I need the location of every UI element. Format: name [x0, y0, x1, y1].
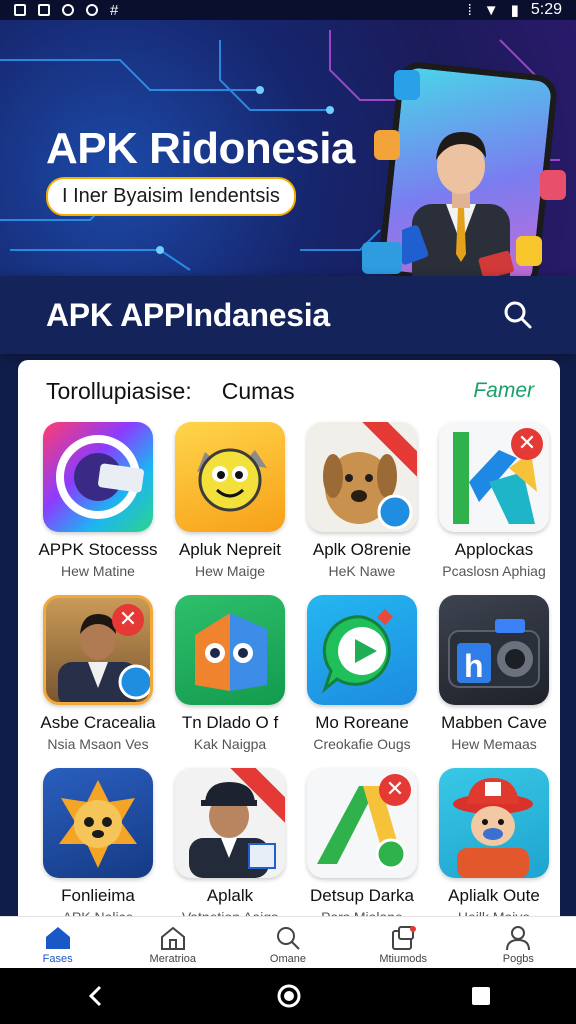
app-title: APK APPIndanesia	[46, 296, 330, 333]
app-tile[interactable]: Aplialk Oute Heilk Maive	[428, 768, 560, 925]
app-tile[interactable]: Tn Dlado O f Kak Naigpa	[164, 595, 296, 752]
section-title: Torollupiasise:	[46, 377, 192, 404]
nav-label: Omane	[269, 953, 306, 965]
svg-text:h: h	[464, 648, 484, 684]
clock: 5:29	[530, 1, 562, 18]
app-header: APK APPIndanesia	[0, 276, 576, 354]
app-tile[interactable]: Fonlieima APK Nalice	[32, 768, 164, 925]
vibrate-icon: ⁞	[467, 1, 472, 19]
battery-icon: ▮	[510, 2, 519, 19]
nav-label: Pogbs	[502, 953, 534, 965]
person-icon	[506, 926, 531, 951]
app-name: Aplialk Oute	[448, 886, 540, 905]
home-filled-icon	[45, 927, 70, 949]
app-name: Apluk Nepreit	[178, 540, 282, 559]
file-notification-icon	[38, 4, 50, 16]
nav-tab-explore[interactable]: Meratrioa	[123, 925, 223, 965]
man-photo-icon: ✕	[43, 595, 153, 705]
circle-notification-icon	[86, 4, 98, 16]
face-split-icon	[175, 595, 285, 705]
floating-app-icon	[516, 236, 542, 266]
businessman-illustration	[402, 132, 514, 276]
home-outline-icon	[160, 926, 185, 950]
app-name: Aplk O8renie	[312, 540, 412, 559]
system-navigation-bar	[0, 968, 576, 1024]
app-name: APPK Stocesss	[38, 540, 158, 559]
nav-tab-profile[interactable]: Pogbs	[468, 925, 568, 965]
floating-app-icon	[540, 170, 566, 200]
shield-notification-icon	[62, 4, 74, 16]
nav-tab-search[interactable]: Omane	[238, 925, 338, 965]
app-name: Detsup Darka	[310, 886, 414, 905]
green-blue-k-icon: ✕	[439, 422, 549, 532]
play-chat-icon	[307, 595, 417, 705]
app-tile[interactable]: Apluk Nepreit Hew Maige	[164, 422, 296, 579]
section-header: Torollupiasise: Cumas Famer	[18, 360, 560, 422]
nav-label: Fases	[42, 953, 73, 965]
app-name: Fonlieima	[61, 886, 135, 905]
camera-icon: h	[439, 595, 549, 705]
app-developer: Hew Maige	[194, 563, 266, 579]
app-name: Mabben Cave	[441, 713, 547, 732]
app-tile[interactable]: Mo Roreane Creokafie Ougs	[296, 595, 428, 752]
banner-title: APK Ridonesia	[46, 124, 355, 173]
dog-photo-icon	[307, 422, 417, 532]
section-tab[interactable]: Cumas	[222, 378, 295, 405]
app-tile[interactable]: Aplalk Vatnetion Aaigs	[164, 768, 296, 925]
nav-tab-home[interactable]: Fases	[8, 925, 108, 965]
app-developer: Pcaslosn Aphiag	[442, 563, 546, 579]
search-icon	[276, 927, 300, 950]
app-tile[interactable]: h Mabben Cave Hew Memaas	[428, 595, 560, 752]
app-developer: Creokafie Ougs	[313, 736, 411, 752]
nav-tab-updates[interactable]: Mtiumods	[353, 925, 453, 965]
close-badge-icon: ✕	[511, 428, 543, 460]
fireman-icon	[439, 768, 549, 878]
close-badge-icon: ✕	[112, 604, 144, 636]
nav-label: Meratrioa	[149, 953, 197, 965]
app-developer: Hew Memaas	[451, 736, 537, 752]
app-name: Mo Roreane	[315, 713, 409, 732]
app-developer: Kak Naigpa	[193, 736, 267, 752]
wifi-icon: ▼	[483, 1, 499, 19]
search-icon	[504, 301, 532, 329]
home-icon[interactable]	[276, 983, 302, 1009]
swirl-app-icon	[43, 422, 153, 532]
orange-creature-icon	[43, 768, 153, 878]
floating-app-icon	[362, 242, 402, 274]
recents-icon[interactable]	[470, 985, 492, 1007]
section-action-link[interactable]: Famer	[473, 379, 534, 403]
green-arrow-icon: ✕	[307, 768, 417, 878]
app-tile[interactable]: ✕ Applockas Pcaslosn Aphiag	[428, 422, 560, 579]
app-developer: Hew Matine	[61, 563, 135, 579]
image-notification-icon	[14, 4, 26, 16]
search-button[interactable]	[500, 297, 536, 333]
floating-app-icon	[374, 130, 400, 160]
app-tile[interactable]: ✕ Detsup Darka Pars Mialane	[296, 768, 428, 925]
hash-notification-icon: #	[110, 1, 119, 19]
apps-card: Torollupiasise: Cumas Famer APPK Stocess…	[18, 360, 560, 930]
app-developer: Nsia Msaon Ves	[47, 736, 149, 752]
app-name: Asbe Cracealia	[40, 713, 156, 732]
app-name: Applockas	[454, 540, 534, 559]
bottom-navigation: Fases Meratrioa Omane Mtiumods Pogbs	[0, 916, 576, 968]
banner-tagline: I Iner Byaisim Iendentsis	[46, 177, 296, 216]
app-name: Aplalk	[206, 886, 254, 905]
floating-app-icon	[394, 70, 420, 100]
nav-label: Mtiumods	[379, 953, 427, 965]
back-icon[interactable]	[84, 984, 108, 1008]
capped-man-icon	[175, 768, 285, 878]
hero-banner[interactable]: APK Ridonesia I Iner Byaisim Iendentsis	[0, 20, 576, 276]
app-developer: HeK Nawe	[328, 563, 396, 579]
app-tile[interactable]: ✕ Asbe Cracealia Nsia Msaon Ves	[32, 595, 164, 752]
close-badge-icon: ✕	[379, 774, 411, 806]
updates-icon	[392, 926, 417, 950]
app-tile[interactable]: APPK Stocesss Hew Matine	[32, 422, 164, 579]
app-name: Tn Dlado O f	[181, 713, 279, 732]
app-tile[interactable]: Aplk O8renie HeK Nawe	[296, 422, 428, 579]
yellow-bug-icon	[175, 422, 285, 532]
status-bar: # ⁞ ▼ ▮ 5:29	[0, 0, 576, 20]
app-grid: APPK Stocesss Hew Matine Apluk Nepreit H…	[18, 422, 560, 925]
